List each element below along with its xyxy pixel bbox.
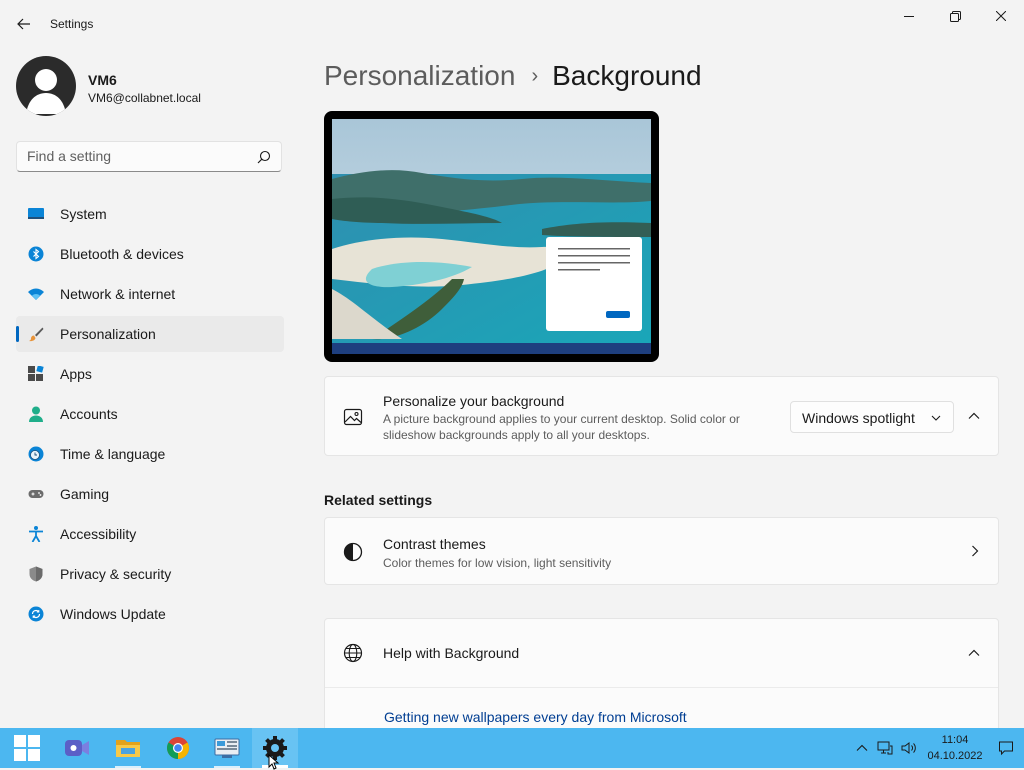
wallpaper-preview-image [332,119,651,354]
sidebar-item-gaming[interactable]: Gaming [16,476,284,512]
bluetooth-icon [28,246,44,262]
sidebar-nav: System Bluetooth & devices Network & int… [16,196,284,636]
sidebar-item-system[interactable]: System [16,196,284,232]
shield-icon [29,566,43,582]
taskbar-teams[interactable] [54,728,100,768]
chevron-down-icon [931,415,941,421]
search-icon[interactable] [257,150,271,164]
system-icon [28,208,44,219]
back-button[interactable] [8,10,40,38]
background-type-value: Windows spotlight [802,410,915,426]
sidebar-item-network[interactable]: Network & internet [16,276,284,312]
control-panel-icon [214,738,240,758]
sidebar-item-privacy[interactable]: Privacy & security [16,556,284,592]
help-link-wallpapers[interactable]: Getting new wallpapers every day from Mi… [384,709,687,725]
breadcrumb-parent[interactable]: Personalization [324,60,515,92]
apps-icon [28,366,44,381]
page-title: Background [552,60,702,91]
sidebar-item-time-language[interactable]: Time & language [16,436,284,472]
desktop-preview [324,111,659,362]
background-type-dropdown[interactable]: Windows spotlight [790,401,954,433]
minimize-icon [904,16,914,17]
contrast-themes-description: Color themes for low vision, light sensi… [383,556,612,570]
restore-icon [949,10,961,22]
person-icon [29,406,43,422]
sidebar-item-personalization[interactable]: Personalization [16,316,284,352]
minimize-button[interactable] [886,0,932,32]
user-name: VM6 [88,72,117,88]
image-icon [343,408,363,426]
notification-icon[interactable] [998,740,1014,756]
help-title[interactable]: Help with Background [383,645,519,661]
start-button[interactable] [4,728,50,768]
arrow-left-icon [17,18,30,30]
help-with-background-card: Help with Background Getting new wallpap… [324,618,999,738]
contrast-themes-card[interactable]: Contrast themes Color themes for low vis… [324,517,999,585]
breadcrumb-chevron-icon: › [531,64,539,87]
clock-globe-icon [28,446,44,462]
personalize-background-card: Personalize your background A picture ba… [324,376,999,456]
chevron-up-icon[interactable] [965,644,983,662]
start-icon [14,735,40,761]
update-icon [28,606,44,622]
close-icon [996,11,1006,21]
teams-icon [65,740,89,756]
sidebar-item-windows-update[interactable]: Windows Update [16,596,284,632]
taskbar-file-explorer[interactable] [105,728,151,768]
search-input[interactable] [27,148,247,164]
related-settings-heading: Related settings [324,492,433,508]
breadcrumb: Personalization › Background [324,58,702,94]
brush-icon [29,327,44,342]
globe-icon [343,643,363,663]
chrome-icon [167,737,189,759]
taskbar-chrome[interactable] [155,728,201,768]
user-silhouette-icon [26,69,66,114]
title-bar: Settings [0,0,1024,48]
contrast-themes-title: Contrast themes [383,536,486,552]
restore-button[interactable] [932,0,978,32]
gamepad-icon [28,490,44,498]
background-card-title: Personalize your background [383,393,565,409]
contrast-icon [343,542,363,562]
volume-icon[interactable] [901,740,917,756]
taskbar-clock[interactable]: 11:04 04.10.2022 [920,732,990,764]
file-explorer-icon [116,740,140,757]
taskbar: 11:04 04.10.2022 [0,728,1024,768]
sidebar-item-accounts[interactable]: Accounts [16,396,284,432]
sidebar-item-bluetooth[interactable]: Bluetooth & devices [16,236,284,272]
accessibility-icon [29,526,43,542]
background-card-description: A picture background applies to your cur… [383,412,740,442]
clock-date: 04.10.2022 [927,750,983,762]
sidebar-item-apps[interactable]: Apps [16,356,284,392]
avatar [16,56,76,116]
chevron-up-icon[interactable] [854,740,870,756]
chevron-up-icon[interactable] [965,407,983,425]
network-icon[interactable] [877,740,893,756]
user-profile[interactable]: VM6 VM6@collabnet.local [16,56,286,118]
sidebar-item-accessibility[interactable]: Accessibility [16,516,284,552]
divider [325,687,998,688]
chevron-right-icon [972,545,979,557]
user-email: VM6@collabnet.local [88,91,201,105]
wifi-icon [28,288,44,300]
clock-time: 11:04 [941,734,969,746]
taskbar-control-panel[interactable] [204,728,250,768]
close-button[interactable] [978,0,1024,32]
search-box[interactable] [16,141,282,172]
app-title: Settings [50,17,94,31]
